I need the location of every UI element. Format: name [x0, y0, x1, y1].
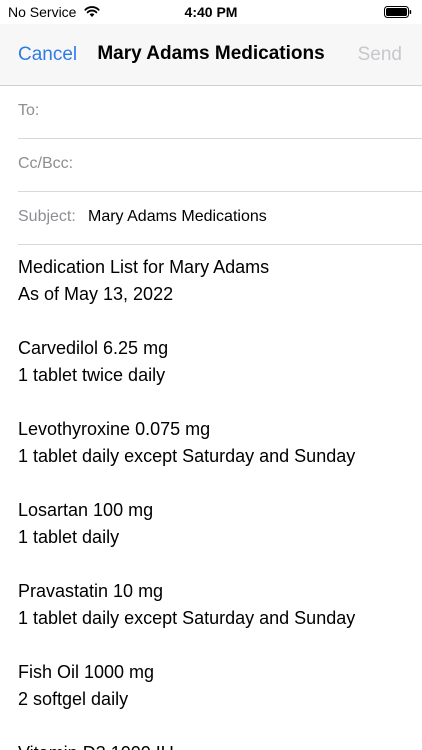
subject-value: Mary Adams Medications	[88, 208, 267, 225]
body-header-line: Medication List for Mary Adams	[18, 257, 270, 277]
medication-instructions: 2 softgel daily	[18, 689, 129, 709]
medication-name: Carvedilol 6.25 mg	[18, 338, 169, 358]
compose-nav-bar: Cancel Mary Adams Medications Send	[0, 24, 422, 86]
medication-instructions: 1 tablet daily	[18, 527, 120, 547]
message-body[interactable]: Medication List for Mary Adams As of May…	[18, 254, 414, 750]
body-date-line: As of May 13, 2022	[18, 284, 174, 304]
battery-icon	[384, 6, 412, 18]
medication-name: Levothyroxine 0.075 mg	[18, 419, 211, 439]
subject-label: Subject:	[18, 208, 76, 225]
cc-bcc-field[interactable]: Cc/Bcc:	[18, 139, 422, 192]
to-label: To:	[18, 102, 40, 119]
cc-bcc-label: Cc/Bcc:	[18, 155, 74, 172]
medication-name: Fish Oil 1000 mg	[18, 662, 155, 682]
medication-instructions: 1 tablet daily except Saturday and Sunda…	[18, 608, 356, 628]
send-button[interactable]: Send	[358, 44, 402, 66]
medication-name: Vitamin D3 1000 IU	[18, 740, 414, 750]
compose-screen: No Service 4:40 PM Cancel Mary Adams Med…	[0, 0, 422, 750]
medication-name: Losartan 100 mg	[18, 500, 154, 520]
to-field[interactable]: To:	[18, 86, 422, 139]
status-bar: No Service 4:40 PM	[0, 0, 422, 24]
medication-instructions: 1 tablet twice daily	[18, 365, 166, 385]
subject-field[interactable]: Subject: Mary Adams Medications	[18, 192, 422, 245]
medication-name: Pravastatin 10 mg	[18, 581, 164, 601]
status-time: 4:40 PM	[184, 4, 238, 20]
medication-instructions: 1 tablet daily except Saturday and Sunda…	[18, 446, 356, 466]
